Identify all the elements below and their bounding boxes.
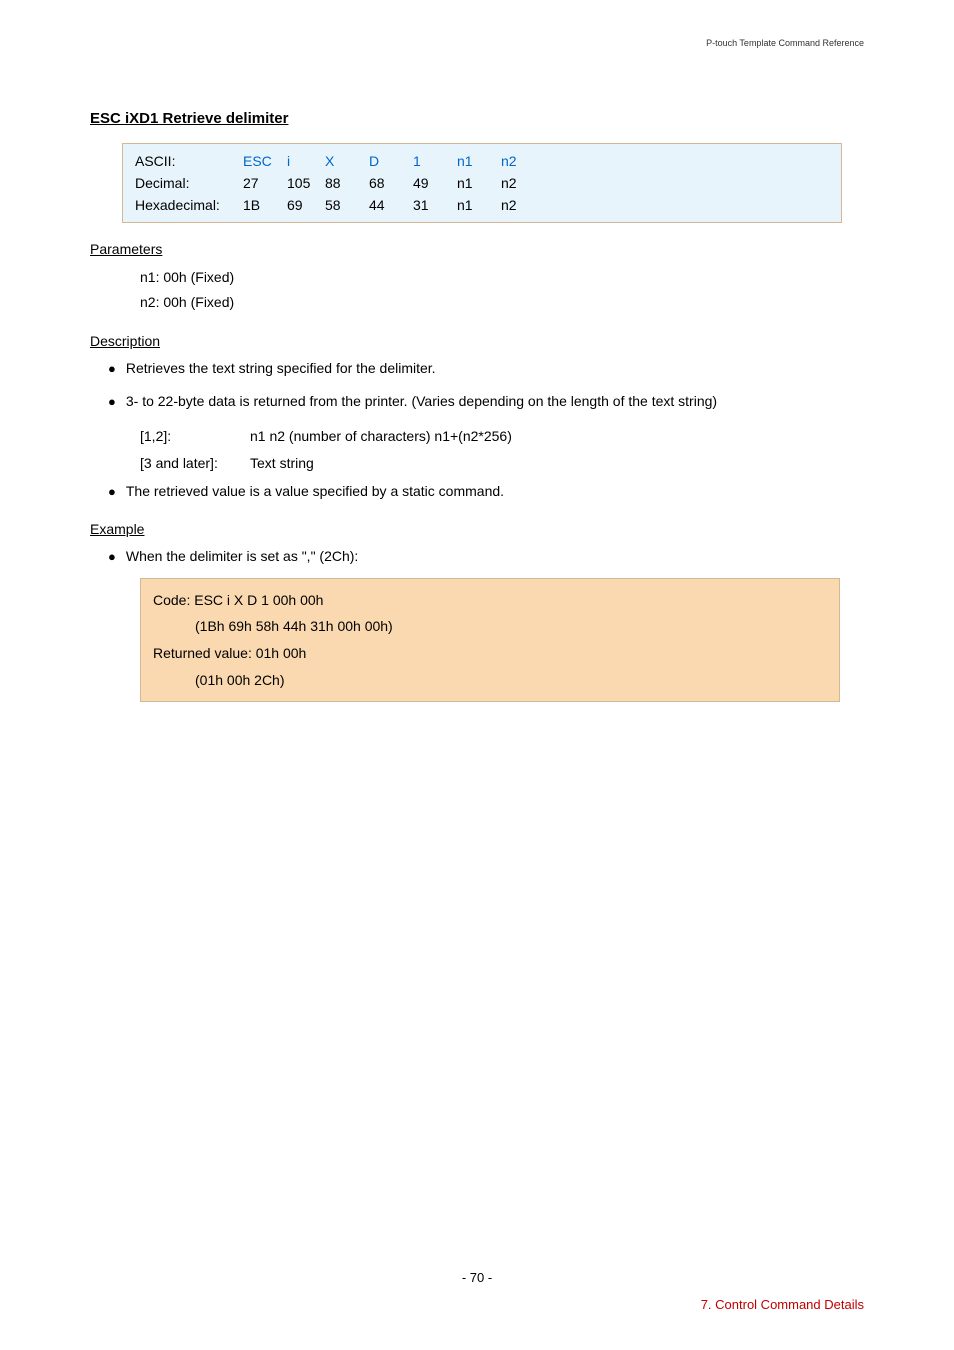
bullet-icon: ●	[108, 482, 116, 503]
bullet-text: When the delimiter is set as "," (2Ch):	[126, 545, 358, 567]
bullet-icon: ●	[108, 359, 116, 380]
code-val: 105	[287, 175, 325, 191]
param-line: n2: 00h (Fixed)	[140, 290, 864, 315]
sub-row: [1,2]: n1 n2 (number of characters) n1+(…	[140, 423, 864, 450]
code-val: n2	[501, 175, 545, 191]
footer: - 70 - 7. Control Command Details	[0, 1270, 954, 1312]
code-val: 49	[413, 175, 457, 191]
code-val: 1	[413, 153, 457, 169]
code-val: i	[287, 153, 325, 169]
code-val: n2	[501, 153, 545, 169]
code-val: 88	[325, 175, 369, 191]
bullet-icon: ●	[108, 547, 116, 568]
bullet-text: The retrieved value is a value specified…	[126, 480, 504, 502]
code-label: Hexadecimal:	[135, 197, 243, 213]
bullet-item: ● When the delimiter is set as "," (2Ch)…	[108, 545, 864, 568]
sub-val: Text string	[250, 450, 314, 477]
page-title: ESC iXD1 Retrieve delimiter	[90, 110, 864, 127]
example-line: Returned value: 01h 00h	[153, 640, 827, 667]
code-val: 58	[325, 197, 369, 213]
example-heading: Example	[90, 521, 864, 537]
bullet-item: ● The retrieved value is a value specifi…	[108, 480, 864, 503]
code-val: X	[325, 153, 369, 169]
example-line: (01h 00h 2Ch)	[153, 667, 827, 694]
code-val: 44	[369, 197, 413, 213]
code-val: 69	[287, 197, 325, 213]
header-doc-title: P-touch Template Command Reference	[706, 38, 864, 48]
bullet-text: Retrieves the text string specified for …	[126, 357, 436, 379]
example-line: Code: ESC i X D 1 00h 00h	[153, 587, 827, 614]
code-val: 1B	[243, 197, 287, 213]
code-row-decimal: Decimal: 27 105 88 68 49 n1 n2	[123, 172, 841, 194]
sub-key: [1,2]:	[140, 423, 250, 450]
example-line: (1Bh 69h 58h 44h 31h 00h 00h)	[153, 613, 827, 640]
bullet-text: 3- to 22-byte data is returned from the …	[126, 390, 717, 412]
bullet-item: ● Retrieves the text string specified fo…	[108, 357, 864, 380]
code-val: n1	[457, 197, 501, 213]
parameters-heading: Parameters	[90, 241, 864, 257]
sub-key: [3 and later]:	[140, 450, 250, 477]
description-heading: Description	[90, 333, 864, 349]
code-row-hex: Hexadecimal: 1B 69 58 44 31 n1 n2	[123, 194, 841, 216]
code-val: n1	[457, 175, 501, 191]
sub-row: [3 and later]: Text string	[140, 450, 864, 477]
sub-val: n1 n2 (number of characters) n1+(n2*256)	[250, 423, 512, 450]
code-label: Decimal:	[135, 175, 243, 191]
code-label: ASCII:	[135, 153, 243, 169]
code-val: 27	[243, 175, 287, 191]
bullet-item: ● 3- to 22-byte data is returned from th…	[108, 390, 864, 413]
example-box: Code: ESC i X D 1 00h 00h (1Bh 69h 58h 4…	[140, 578, 840, 702]
footer-section: 7. Control Command Details	[90, 1297, 864, 1312]
param-line: n1: 00h (Fixed)	[140, 265, 864, 290]
code-val: 31	[413, 197, 457, 213]
code-val: 68	[369, 175, 413, 191]
code-row-ascii: ASCII: ESC i X D 1 n1 n2	[123, 150, 841, 172]
code-val: n1	[457, 153, 501, 169]
code-val: ESC	[243, 153, 287, 169]
bullet-icon: ●	[108, 392, 116, 413]
code-val: n2	[501, 197, 545, 213]
code-table: ASCII: ESC i X D 1 n1 n2 Decimal: 27 105…	[122, 143, 842, 223]
page-number: - 70 -	[90, 1270, 864, 1285]
code-val: D	[369, 153, 413, 169]
